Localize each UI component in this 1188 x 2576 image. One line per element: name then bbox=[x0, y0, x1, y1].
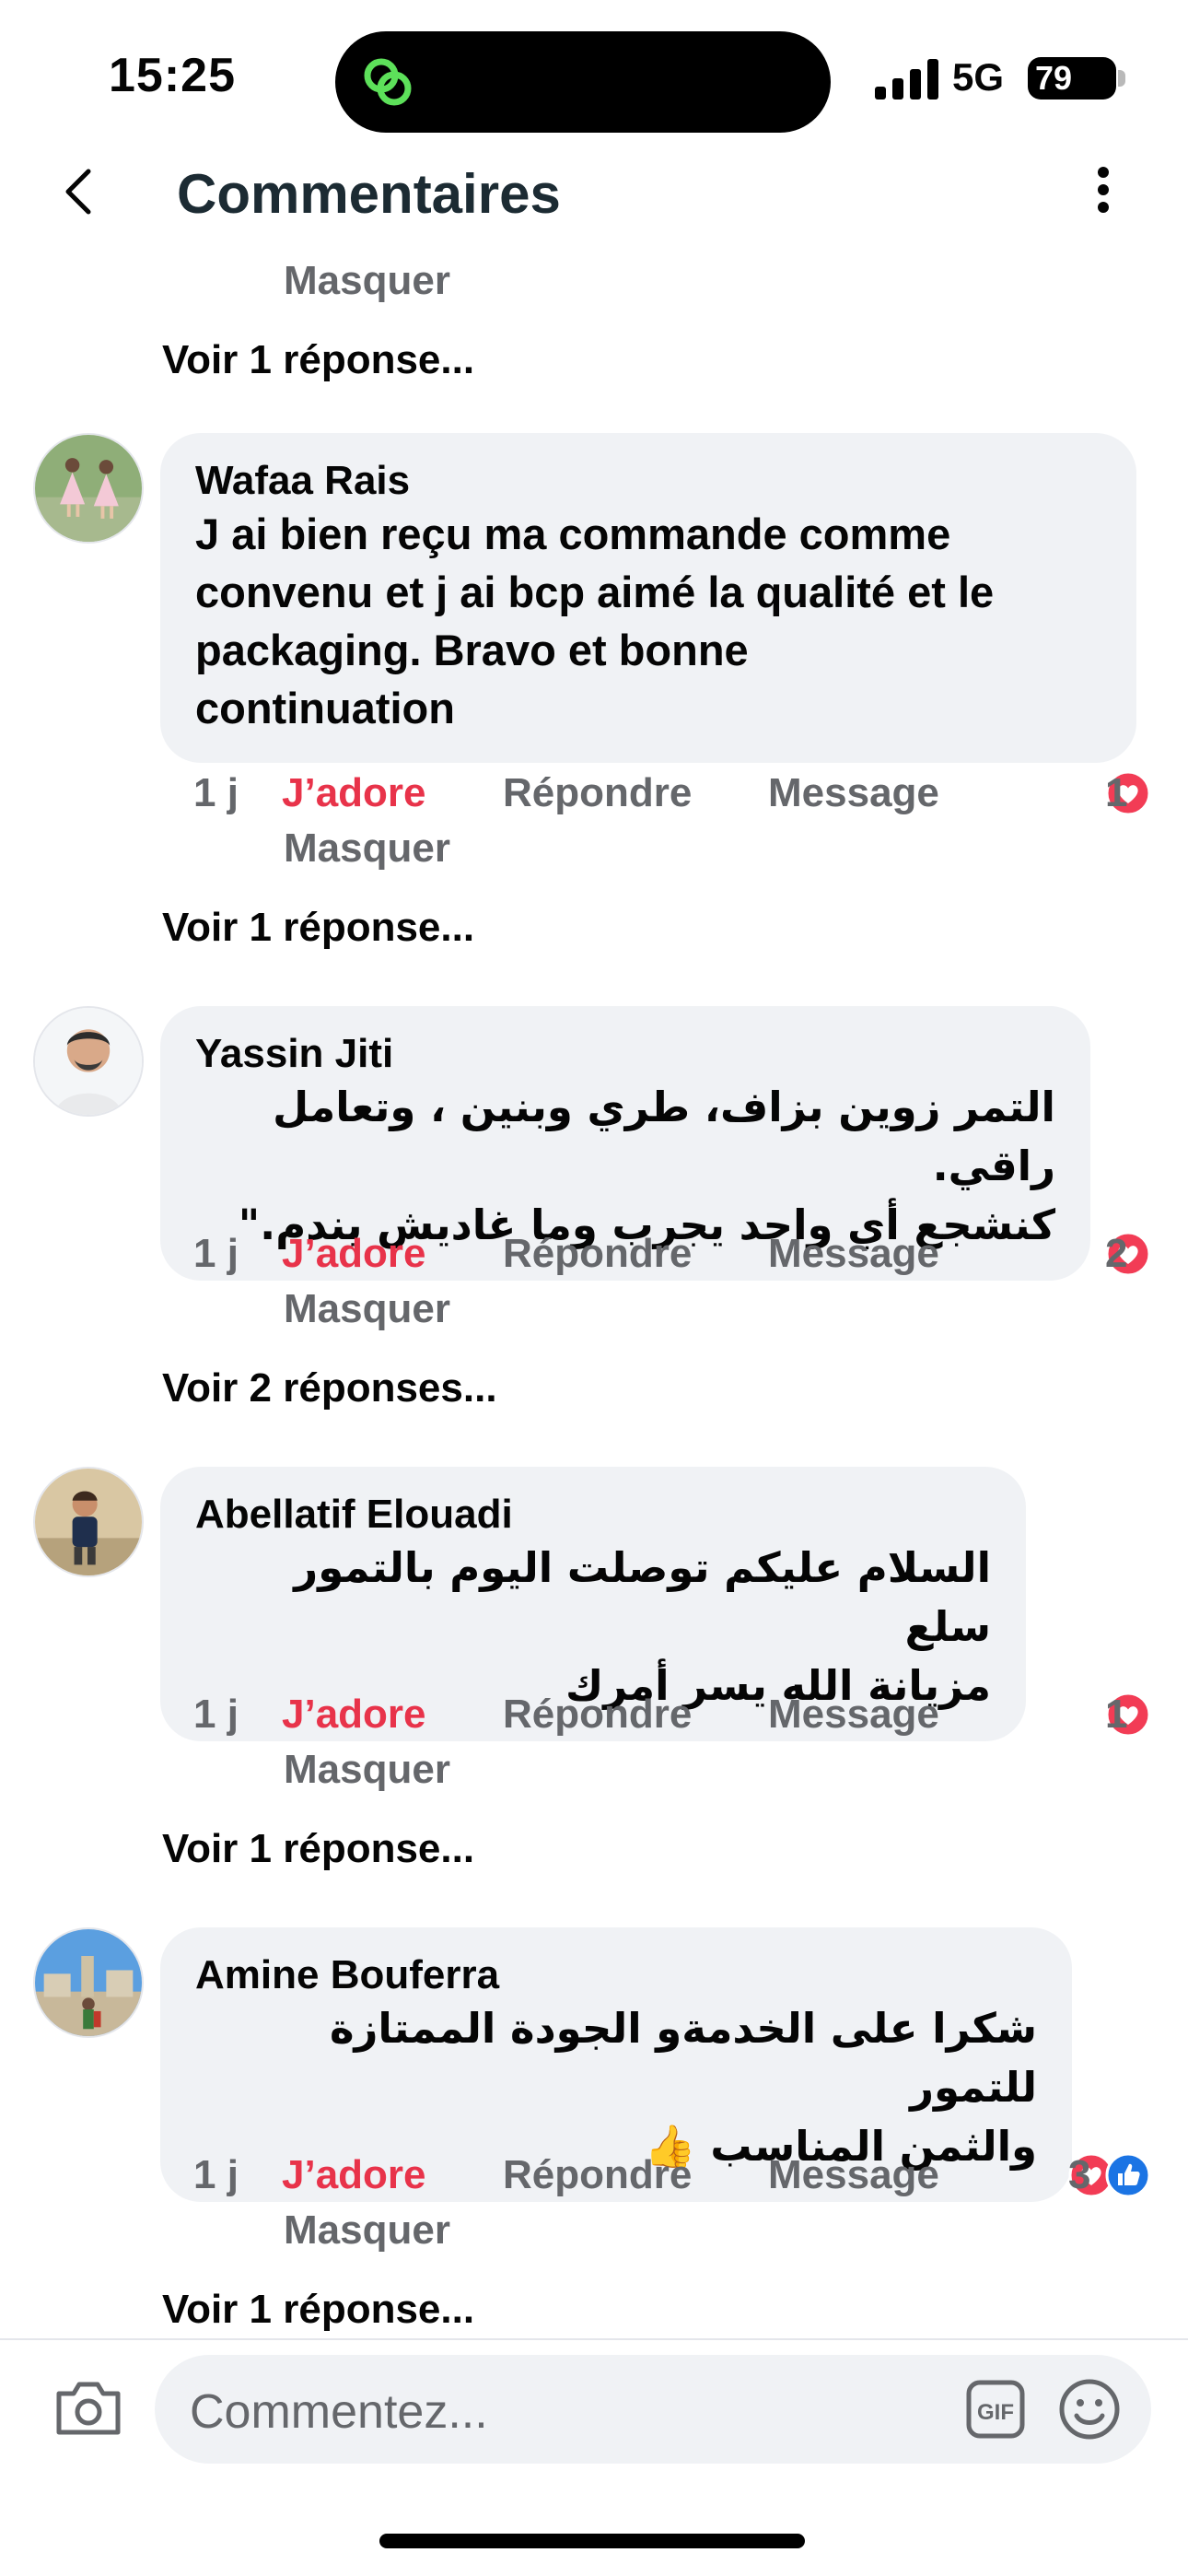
comment-text: J ai bien reçu ma commande comme convenu… bbox=[195, 509, 995, 732]
avatar-photo-children-icon bbox=[35, 435, 142, 542]
reaction-summary[interactable]: 1 bbox=[1105, 770, 1151, 816]
chevron-left-icon[interactable] bbox=[57, 166, 101, 217]
reaction-count: 1 bbox=[1105, 770, 1128, 815]
comment-author[interactable]: Yassin Jiti bbox=[195, 1030, 1055, 1078]
avatar-photo-landmark-icon bbox=[35, 1929, 142, 2036]
reply-button[interactable]: Répondre bbox=[503, 770, 692, 816]
view-replies-link[interactable]: Voir 1 réponse... bbox=[162, 337, 474, 383]
reply-button[interactable]: Répondre bbox=[503, 1692, 692, 1738]
comment-actions: 1 j J’adore Répondre Message 1 bbox=[193, 1692, 1151, 1747]
link-icon bbox=[364, 58, 412, 106]
network-type: 5G bbox=[952, 55, 1005, 99]
comment-time: 1 j bbox=[193, 2152, 239, 2197]
hide-comment-button[interactable]: Masquer bbox=[284, 2207, 450, 2254]
love-button[interactable]: J’adore bbox=[282, 770, 426, 816]
camera-icon[interactable] bbox=[53, 2377, 123, 2438]
comment-time: 1 j bbox=[193, 1231, 239, 1276]
reaction-count: 3 bbox=[1068, 2152, 1091, 2197]
comment-author[interactable]: Amine Bouferra bbox=[195, 1951, 1037, 1999]
emoji-icon[interactable] bbox=[1057, 2377, 1122, 2441]
reply-button[interactable]: Répondre bbox=[503, 2152, 692, 2198]
view-replies-link[interactable]: Voir 1 réponse... bbox=[162, 2287, 474, 2333]
comment-time: 1 j bbox=[193, 1692, 239, 1737]
love-button[interactable]: J’adore bbox=[282, 1692, 426, 1738]
reaction-summary[interactable]: 2 bbox=[1105, 1231, 1151, 1277]
cellular-signal-icon bbox=[875, 59, 938, 100]
comment-input-placeholder: Commentez... bbox=[190, 2385, 488, 2439]
battery-icon: 79 bbox=[1028, 57, 1116, 100]
avatar-photo-man-icon bbox=[35, 1008, 142, 1115]
page-title: Commentaires bbox=[177, 163, 561, 225]
message-button[interactable]: Message bbox=[768, 770, 939, 816]
reaction-summary[interactable]: 3 bbox=[1068, 2152, 1151, 2198]
avatar[interactable] bbox=[33, 1927, 144, 2038]
status-time: 15:25 bbox=[109, 49, 236, 102]
home-indicator[interactable] bbox=[379, 2534, 805, 2548]
love-button[interactable]: J’adore bbox=[282, 1231, 426, 1277]
view-replies-link[interactable]: Voir 1 réponse... bbox=[162, 1826, 474, 1872]
svg-text:GIF: GIF bbox=[977, 2400, 1014, 2425]
hide-comment-button[interactable]: Masquer bbox=[284, 825, 450, 872]
avatar[interactable] bbox=[33, 1006, 144, 1117]
hide-comment-button[interactable]: Masquer bbox=[284, 1747, 450, 1793]
battery-tip bbox=[1118, 70, 1125, 87]
reaction-count: 1 bbox=[1105, 1692, 1128, 1737]
vertical-ellipsis-icon[interactable] bbox=[1092, 166, 1114, 214]
comment-author[interactable]: Wafaa Rais bbox=[195, 457, 1101, 505]
battery-level: 79 bbox=[1035, 59, 1073, 97]
comment-text: التمر زوين بزاف، طري وبنين ، وتعامل راقي… bbox=[238, 1083, 1055, 1249]
dynamic-island bbox=[335, 31, 831, 133]
avatar[interactable] bbox=[33, 1467, 144, 1577]
comment-bubble[interactable]: Wafaa Rais J ai bien reçu ma commande co… bbox=[160, 433, 1136, 763]
like-reaction-icon bbox=[1105, 2152, 1151, 2198]
reaction-summary[interactable]: 1 bbox=[1105, 1692, 1151, 1738]
view-replies-link[interactable]: Voir 2 réponses... bbox=[162, 1365, 497, 1411]
comment-text: السلام عليكم توصلت اليوم بالتمور سلع مزي… bbox=[294, 1543, 991, 1710]
message-button[interactable]: Message bbox=[768, 1231, 939, 1277]
message-button[interactable]: Message bbox=[768, 2152, 939, 2198]
comment-actions: 1 j J’adore Répondre Message 1 bbox=[193, 770, 1151, 825]
comment-text: شكرا على الخدمةو الجودة الممتازة للتمور … bbox=[329, 2004, 1037, 2171]
comment-actions: 1 j J’adore Répondre Message 3 bbox=[193, 2152, 1151, 2207]
comments-feed[interactable]: Masquer Voir 1 réponse... Wafaa Rais J a… bbox=[0, 241, 1188, 2338]
avatar-photo-child-icon bbox=[35, 1469, 142, 1575]
love-button[interactable]: J’adore bbox=[282, 2152, 426, 2198]
avatar[interactable] bbox=[33, 433, 144, 544]
composer-divider bbox=[0, 2338, 1188, 2340]
comment-actions: 1 j J’adore Répondre Message 2 bbox=[193, 1231, 1151, 1286]
gif-icon[interactable]: GIF bbox=[965, 2379, 1026, 2440]
reply-button[interactable]: Répondre bbox=[503, 1231, 692, 1277]
comment-author[interactable]: Abellatif Elouadi bbox=[195, 1491, 991, 1539]
hide-comment-button[interactable]: Masquer bbox=[284, 1286, 450, 1332]
comment-time: 1 j bbox=[193, 770, 239, 815]
comment-input[interactable]: Commentez... GIF bbox=[155, 2355, 1151, 2464]
reaction-count: 2 bbox=[1105, 1231, 1128, 1276]
hide-comment-button[interactable]: Masquer bbox=[284, 258, 450, 304]
message-button[interactable]: Message bbox=[768, 1692, 939, 1738]
view-replies-link[interactable]: Voir 1 réponse... bbox=[162, 905, 474, 951]
